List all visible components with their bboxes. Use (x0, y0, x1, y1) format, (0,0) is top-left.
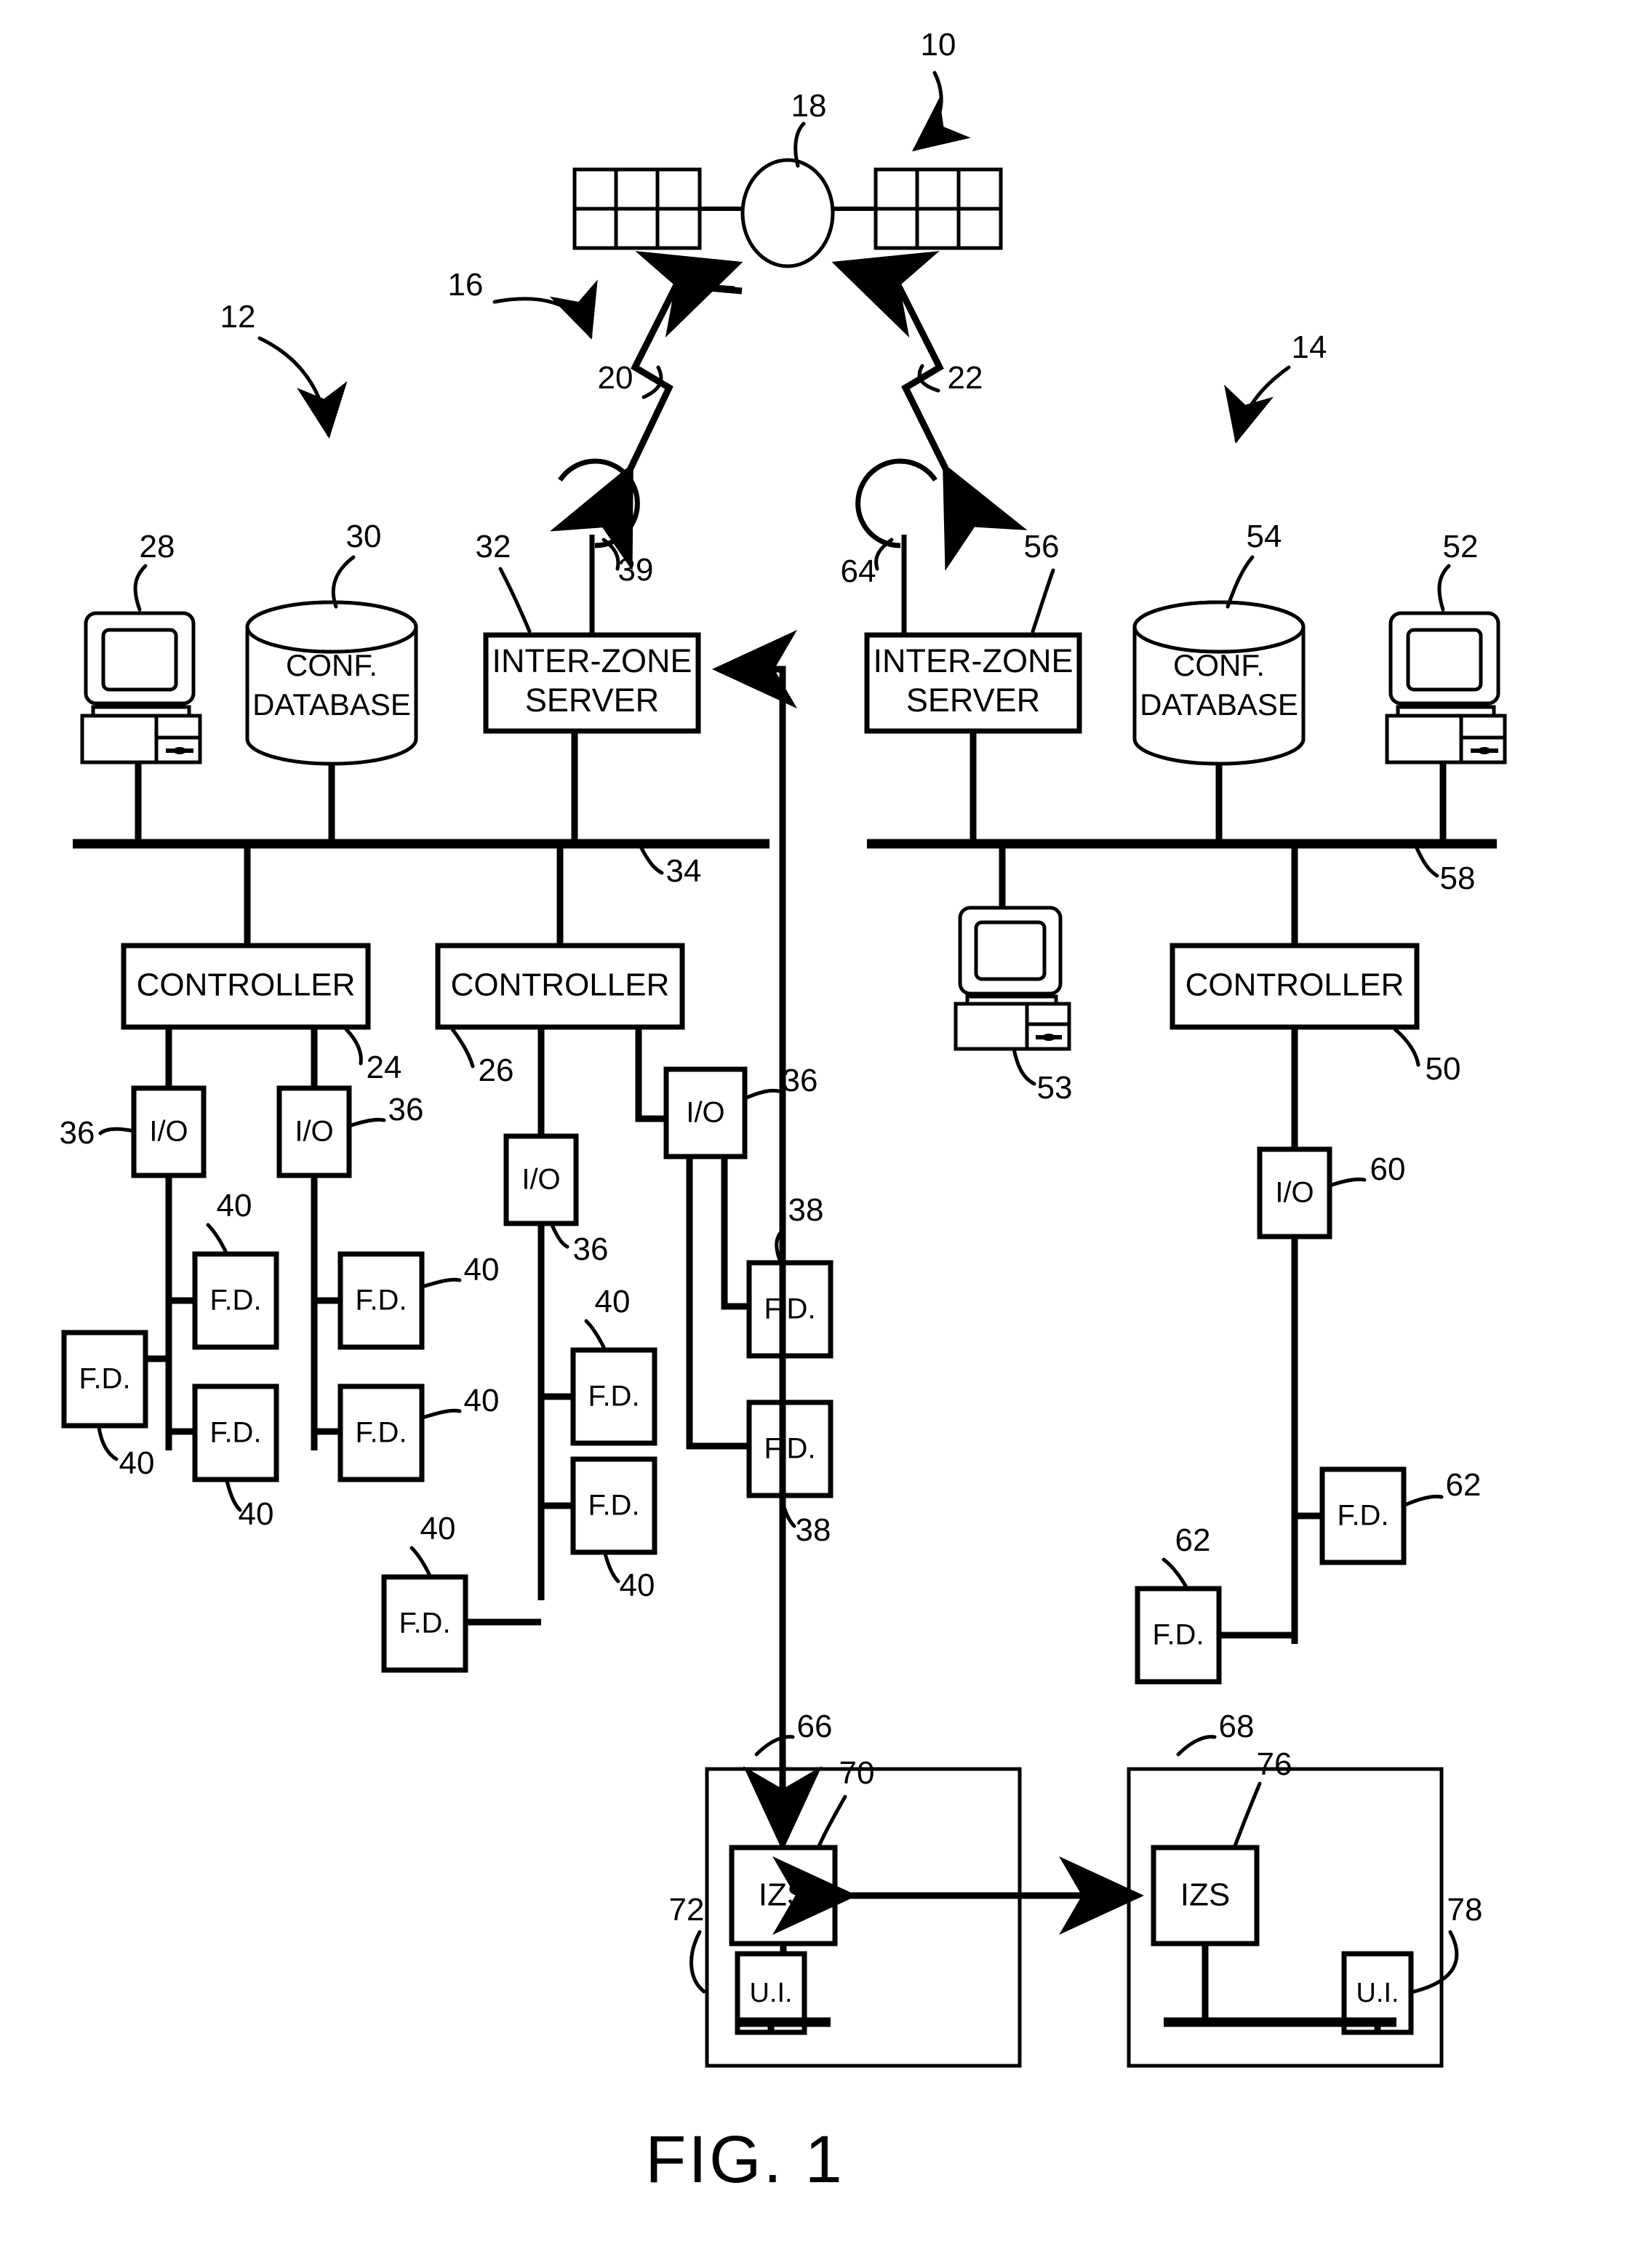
ref-40-a1-1: 40 (217, 1188, 252, 1223)
ref-12: 12 (220, 299, 256, 335)
ref-38-1: 38 (788, 1192, 824, 1228)
desktop-computer-icon-53 (954, 906, 1071, 1051)
ref-36-a1: 36 (60, 1115, 95, 1151)
fd-label: F.D. (764, 1293, 815, 1325)
ref-50: 50 (1426, 1051, 1461, 1087)
ref-36-a2: 36 (388, 1092, 424, 1127)
ref-40-a1-2: 40 (239, 1496, 274, 1532)
izs-right-label: IZS (1180, 1877, 1230, 1913)
ref-28: 28 (140, 529, 175, 564)
fd-label: F.D. (355, 1285, 407, 1317)
izserver-right-line2: SERVER (906, 682, 1040, 719)
ref-26: 26 (479, 1053, 514, 1088)
ref-39: 39 (618, 552, 654, 588)
fd-label: F.D. (1337, 1500, 1388, 1532)
ref-40-b1-2: 40 (620, 1568, 655, 1603)
database-cylinder-icon-30 (245, 600, 418, 766)
antenna-dish-icon-39 (558, 458, 640, 635)
ref-38-2: 38 (796, 1512, 831, 1548)
io-a1-label: I/O (149, 1116, 188, 1148)
izs-to-server-link (712, 630, 797, 844)
io-c1-label: I/O (1275, 1177, 1314, 1209)
ui-right-label: U.I. (1356, 1978, 1399, 2008)
ref-36-b1: 36 (573, 1231, 609, 1267)
ref-10: 10 (921, 27, 956, 63)
patent-figure-svg: 18 10 20 22 16 12 14 28 CONF. DATABASE 3… (60, 27, 1507, 2197)
ref-16: 16 (448, 267, 484, 303)
ref-62-1: 62 (1446, 1467, 1482, 1503)
fd-label: F.D. (588, 1381, 639, 1413)
ref-66: 66 (797, 1709, 833, 1744)
fd-label: F.D. (764, 1433, 815, 1465)
figure-canvas: 18 10 20 22 16 12 14 28 CONF. DATABASE 3… (0, 0, 1635, 2268)
ref-40-b1-1: 40 (595, 1284, 631, 1319)
ref-20: 20 (598, 360, 633, 396)
ref-18: 18 (791, 88, 827, 124)
satellite-icon (572, 158, 1003, 268)
fd-label: F.D. (1152, 1619, 1204, 1651)
database-right-line1: CONF. (1173, 648, 1265, 682)
izserver-right-line1: INTER-ZONE (874, 642, 1074, 679)
database-cylinder-icon-54 (1132, 600, 1306, 766)
ref-40-a2-1: 40 (464, 1252, 500, 1287)
ref-58: 58 (1440, 861, 1476, 896)
ref-52: 52 (1443, 529, 1479, 564)
ref-24: 24 (367, 1050, 402, 1085)
lightning-arrow-icon-20 (549, 251, 743, 571)
ref-60: 60 (1370, 1151, 1406, 1187)
ui-left-label: U.I. (749, 1978, 792, 2008)
antenna-dish-icon-64 (855, 458, 938, 635)
ref-32: 32 (476, 529, 511, 564)
fd-label: F.D. (209, 1417, 261, 1449)
izserver-left-line2: SERVER (525, 682, 659, 719)
ref-62-2: 62 (1175, 1522, 1211, 1558)
ref-34: 34 (666, 853, 702, 889)
database-left-line2: DATABASE (252, 687, 411, 722)
figure-caption: FIG. 1 (645, 2123, 844, 2197)
izserver-left-line1: INTER-ZONE (492, 642, 692, 679)
ref-36-b2: 36 (783, 1063, 818, 1098)
controller-b-label: CONTROLLER (451, 967, 670, 1003)
io-a2-label: I/O (295, 1116, 333, 1148)
ref-53: 53 (1037, 1070, 1073, 1106)
controller-a-label: CONTROLLER (137, 967, 356, 1003)
ref-76: 76 (1257, 1746, 1292, 1782)
ref-54: 54 (1247, 519, 1282, 554)
fd-label: F.D. (399, 1608, 450, 1640)
io-b2-label: I/O (686, 1097, 724, 1129)
io-b1-label: I/O (521, 1164, 560, 1196)
fd-label: F.D. (79, 1363, 130, 1395)
ref-40-b1-3: 40 (420, 1511, 456, 1546)
desktop-computer-icon-28 (80, 611, 202, 764)
desktop-computer-icon-52 (1385, 611, 1507, 764)
fd-label: F.D. (588, 1490, 639, 1522)
database-right-line2: DATABASE (1140, 687, 1298, 722)
izs-left-label: IZS (759, 1877, 808, 1913)
lightning-arrow-icon-22 (831, 251, 1028, 571)
fd-label: F.D. (355, 1417, 407, 1449)
ref-40-a1-3: 40 (119, 1445, 155, 1481)
controller-c-label: CONTROLLER (1186, 967, 1404, 1003)
ref-56: 56 (1024, 529, 1060, 564)
ref-70: 70 (839, 1755, 875, 1791)
ref-14: 14 (1292, 330, 1327, 365)
ref-40-a2-2: 40 (464, 1383, 500, 1418)
fd-label: F.D. (209, 1285, 261, 1317)
ref-68: 68 (1219, 1709, 1255, 1744)
ref-72: 72 (669, 1892, 705, 1928)
ref-78: 78 (1447, 1892, 1483, 1928)
ref-30: 30 (346, 519, 382, 554)
ref-22: 22 (948, 360, 983, 396)
ref-64: 64 (841, 554, 876, 589)
database-left-line1: CONF. (286, 648, 377, 682)
